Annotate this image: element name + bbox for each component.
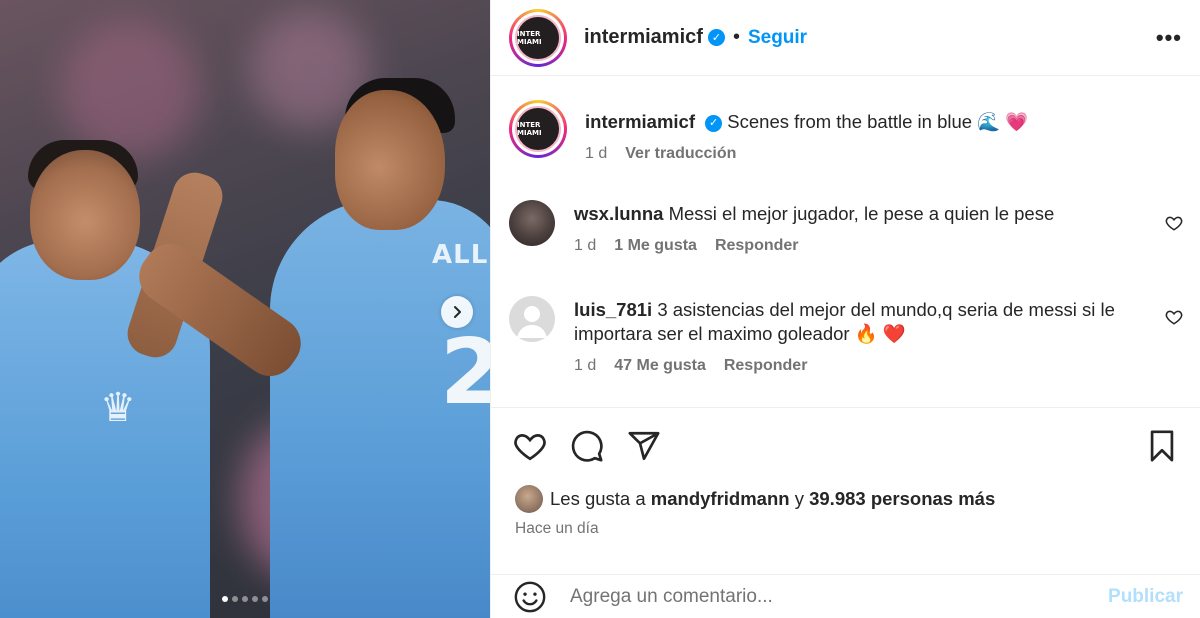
verified-badge-icon: ✓: [705, 114, 723, 132]
carousel-dot: [262, 596, 268, 602]
default-avatar-icon: [517, 306, 547, 338]
comment-age: 1 d: [574, 237, 597, 254]
liker-avatar: [515, 485, 543, 513]
post-caption: INTER MIAMI intermiamicf ✓ Scenes from t…: [509, 100, 1183, 163]
jersey-number: 2: [440, 320, 490, 425]
caption-age: 1 d: [585, 145, 608, 162]
likes-others-count[interactable]: 39.983 personas más: [809, 488, 995, 510]
more-options-icon[interactable]: •••: [1156, 25, 1182, 51]
commenter-avatar[interactable]: [509, 296, 555, 342]
comment-age: 1 d: [574, 357, 597, 374]
bokeh-light: [60, 20, 200, 160]
like-comment-heart-icon[interactable]: [1165, 308, 1183, 326]
club-logo-icon: INTER MIAMI: [515, 106, 561, 152]
reply-button[interactable]: Responder: [715, 237, 799, 255]
carousel-indicator: [0, 596, 490, 602]
carousel-dot: [242, 596, 248, 602]
crown-crest-icon: ♛: [100, 386, 136, 430]
publish-button[interactable]: Publicar: [1108, 586, 1183, 608]
chevron-right-icon: [454, 306, 461, 318]
liker-username[interactable]: mandyfridmann: [651, 488, 790, 510]
reply-button[interactable]: Responder: [724, 357, 808, 375]
emoji-picker-icon[interactable]: [513, 580, 547, 614]
likes-summary[interactable]: Les gusta a mandyfridmann y 39.983 perso…: [491, 484, 1200, 514]
caption-username[interactable]: intermiamicf: [585, 111, 695, 132]
post-photo[interactable]: ♛ ALLE 2: [0, 0, 490, 618]
comment-item: luis_781i 3 asistencias del mejor del mu…: [509, 296, 1183, 375]
comment-likes[interactable]: 1 Me gusta: [614, 237, 697, 255]
comment-item: wsx.lunna Messi el mejor jugador, le pes…: [509, 200, 1183, 255]
likes-connector: y: [794, 488, 804, 509]
post-header: INTER MIAMI intermiamicf ✓ • Seguir •••: [491, 0, 1200, 76]
comment-composer: Publicar: [491, 574, 1200, 618]
caption-avatar[interactable]: INTER MIAMI: [509, 100, 567, 158]
like-comment-heart-icon[interactable]: [1165, 214, 1183, 232]
player-right-head: [335, 90, 445, 230]
commenter-avatar[interactable]: [509, 200, 555, 246]
account-avatar[interactable]: INTER MIAMI: [509, 8, 567, 67]
comment-username[interactable]: luis_781i: [574, 299, 652, 320]
caption-text: Scenes from the battle in blue 🌊 💗: [727, 111, 1029, 132]
translate-link[interactable]: Ver traducción: [625, 145, 736, 163]
comment-likes[interactable]: 47 Me gusta: [614, 357, 706, 375]
comment-text: 3 asistencias del mejor del mundo,q seri…: [574, 299, 1115, 344]
save-bookmark-icon[interactable]: [1145, 429, 1179, 463]
post-timestamp: Hace un día: [515, 520, 599, 537]
verified-badge-icon: ✓: [707, 29, 725, 46]
comments-list[interactable]: INTER MIAMI intermiamicf ✓ Scenes from t…: [491, 77, 1200, 407]
share-send-icon[interactable]: [627, 429, 661, 463]
comment-input[interactable]: [570, 585, 1109, 608]
comment-username[interactable]: wsx.lunna: [574, 203, 663, 224]
carousel-dot: [222, 596, 228, 602]
jersey-name: ALLE: [432, 240, 490, 270]
carousel-next-button[interactable]: [441, 296, 473, 328]
likes-prefix: Les gusta a: [550, 488, 646, 509]
post-side-panel: INTER MIAMI intermiamicf ✓ • Seguir ••• …: [490, 0, 1200, 618]
action-bar: [491, 408, 1200, 484]
carousel-dot: [252, 596, 258, 602]
comment-bubble-icon[interactable]: [570, 429, 604, 463]
club-logo-icon: INTER MIAMI: [515, 14, 561, 61]
carousel-dot: [232, 596, 238, 602]
comment-text: Messi el mejor jugador, le pese a quien …: [668, 203, 1055, 224]
separator-dot: •: [732, 26, 740, 48]
like-heart-icon[interactable]: [513, 429, 547, 463]
player-left-head: [30, 150, 140, 280]
post-actions-section: Les gusta a mandyfridmann y 39.983 perso…: [491, 407, 1200, 538]
account-username[interactable]: intermiamicf: [584, 26, 703, 49]
follow-button[interactable]: Seguir: [748, 27, 807, 49]
